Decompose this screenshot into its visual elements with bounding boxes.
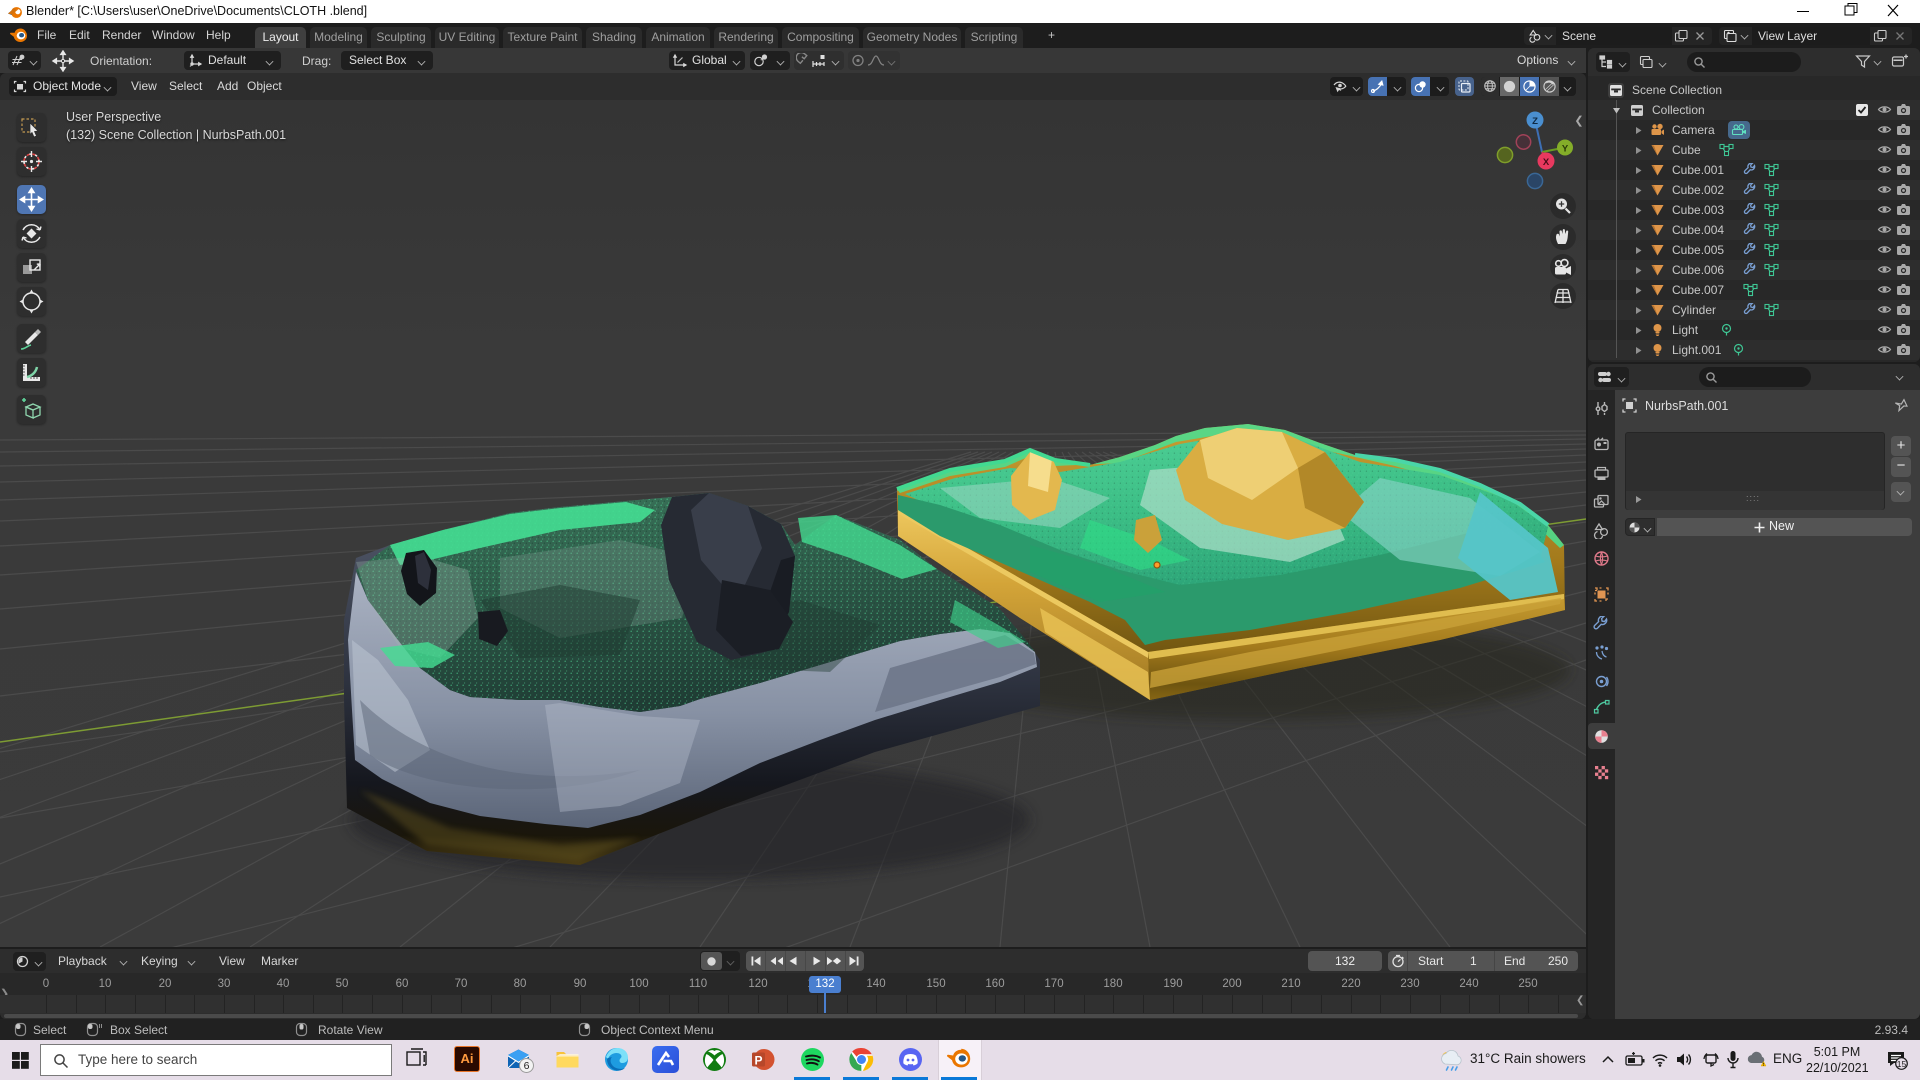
svg-text:P: P [754, 1054, 762, 1068]
svg-text:X: X [1543, 157, 1550, 168]
svg-text:Z: Z [1532, 116, 1538, 127]
svg-text:Y: Y [1562, 144, 1569, 155]
svg-text:15: 15 [1897, 1059, 1907, 1069]
